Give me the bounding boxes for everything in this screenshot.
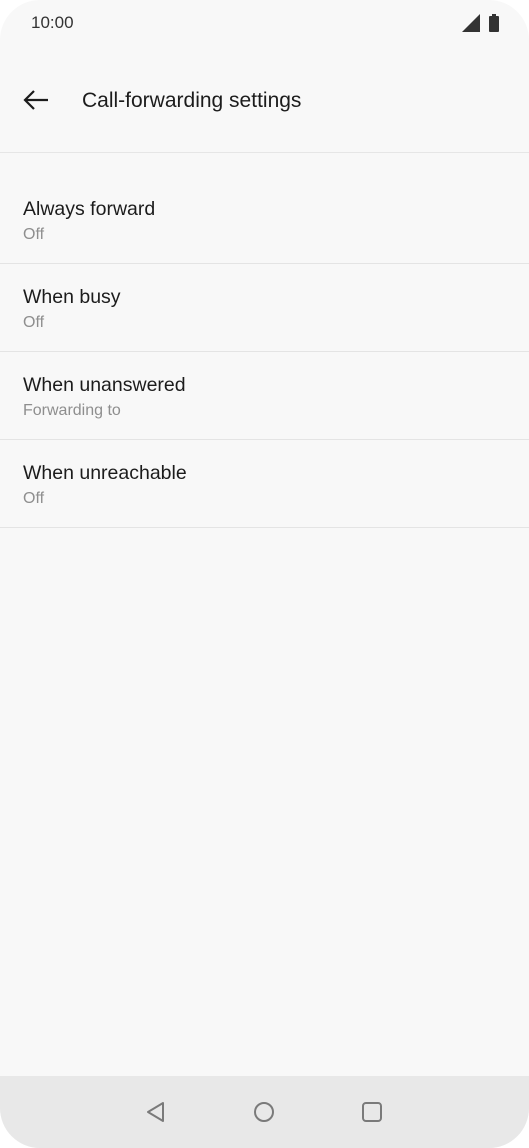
setting-when-busy[interactable]: When busy Off	[0, 264, 529, 352]
nav-recents-button[interactable]	[358, 1098, 386, 1126]
battery-icon	[489, 14, 499, 32]
setting-status: Off	[23, 314, 45, 331]
status-bar: 10:00	[0, 0, 529, 48]
setting-title: When unreachable	[23, 462, 187, 484]
setting-always-forward[interactable]: Always forward Off	[0, 176, 529, 264]
status-icons	[462, 14, 499, 32]
navigation-bar	[0, 1076, 529, 1148]
nav-back-button[interactable]	[142, 1098, 170, 1126]
signal-icon	[462, 14, 480, 32]
square-recents-icon	[362, 1102, 382, 1122]
setting-status: Off	[23, 226, 45, 243]
header-divider	[0, 152, 529, 153]
setting-title: When busy	[23, 286, 121, 308]
circle-home-icon	[254, 1102, 274, 1122]
triangle-back-icon	[147, 1102, 164, 1122]
status-time: 10:00	[31, 13, 74, 32]
arrow-left-icon	[23, 90, 48, 110]
setting-when-unreachable[interactable]: When unreachable Off	[0, 440, 529, 528]
page-title: Call-forwarding settings	[82, 89, 302, 112]
phone-screen: 10:00 Call-forwarding settings Always fo…	[0, 0, 529, 1148]
nav-home-button[interactable]	[250, 1098, 278, 1126]
setting-status: Forwarding to	[23, 402, 121, 419]
app-bar: Call-forwarding settings	[0, 70, 529, 132]
setting-title: When unanswered	[23, 374, 186, 396]
settings-list: Always forward Off When busy Off When un…	[0, 176, 529, 528]
setting-title: Always forward	[23, 198, 156, 220]
setting-when-unanswered[interactable]: When unanswered Forwarding to	[0, 352, 529, 440]
setting-status: Off	[23, 490, 45, 507]
back-button[interactable]	[18, 84, 54, 116]
